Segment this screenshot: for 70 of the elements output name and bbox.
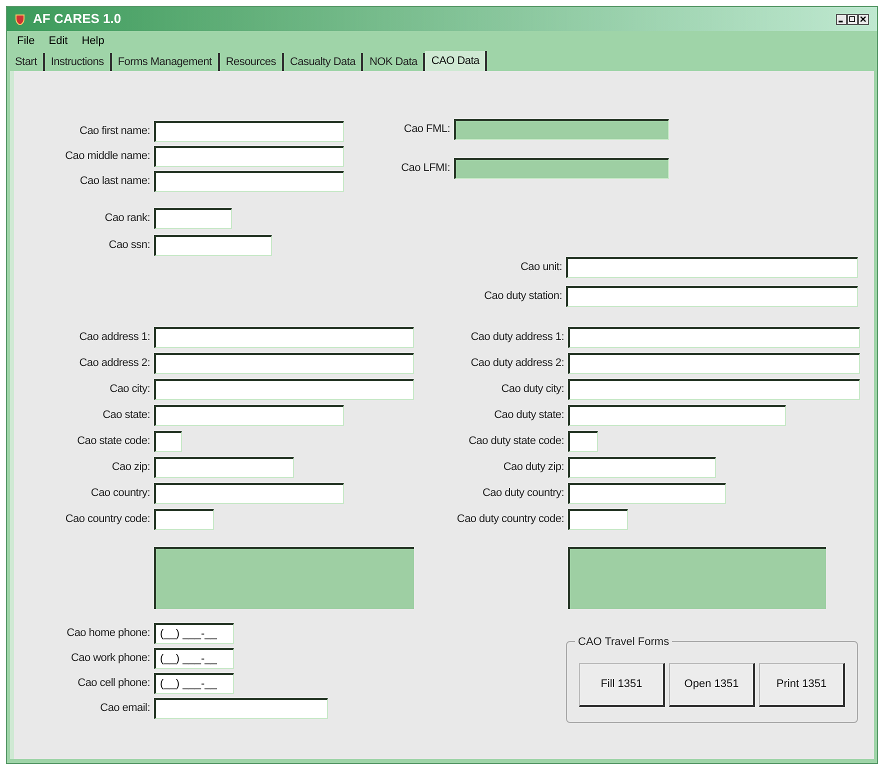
close-icon[interactable] [858, 14, 869, 24]
field-label: Cao LFMI: [400, 161, 451, 176]
maximize-icon[interactable] [847, 14, 858, 24]
field-label: Cao address 2: [78, 356, 151, 372]
input-field[interactable] [154, 431, 182, 452]
input-field[interactable] [568, 327, 860, 348]
input-field[interactable] [154, 146, 344, 167]
menu-item[interactable]: Edit [48, 32, 68, 50]
input-field[interactable] [568, 405, 786, 426]
input-field[interactable] [154, 379, 414, 400]
field-label: Cao duty station: [483, 289, 563, 304]
field-label: Cao FML: [402, 122, 451, 138]
input-field[interactable]: (__) ___-__ [154, 648, 234, 669]
input-field[interactable]: (__) ___-__ [154, 673, 234, 694]
form-button[interactable]: Fill 1351 [579, 663, 665, 707]
field-label: Cao duty address 2: [470, 356, 565, 372]
display-field[interactable] [454, 158, 669, 179]
input-field[interactable] [568, 509, 628, 530]
field-label: Cao last name: [78, 174, 151, 190]
field-label: Cao home phone: [66, 626, 151, 642]
field-label: Cao country code: [64, 512, 151, 528]
input-field[interactable] [566, 286, 858, 307]
input-field[interactable] [568, 483, 726, 504]
input-field[interactable] [154, 171, 344, 192]
input-field[interactable]: (__) ___-__ [154, 623, 234, 644]
input-field[interactable] [568, 457, 716, 478]
display-field[interactable] [454, 119, 669, 140]
field-label: Cao middle name: [64, 149, 151, 164]
field-label: Cao zip: [110, 460, 151, 476]
field-label: Cao duty state code: [468, 434, 565, 450]
input-field[interactable] [568, 353, 860, 374]
field-label: Cao work phone: [70, 651, 151, 666]
menu-item[interactable]: File [17, 32, 35, 50]
field-label: Cao rank: [104, 211, 151, 226]
input-field[interactable] [154, 405, 344, 426]
input-field[interactable] [568, 379, 860, 400]
window-title: AF CARES 1.0 [33, 10, 122, 28]
input-field[interactable] [154, 457, 294, 478]
minimize-icon[interactable] [836, 14, 847, 24]
field-label: Cao unit: [519, 260, 563, 276]
field-label: Cao ssn: [108, 238, 151, 254]
input-field[interactable] [154, 353, 414, 374]
field-label: Cao duty country code: [456, 512, 565, 528]
input-field[interactable] [154, 235, 272, 256]
tab[interactable]: CAO Data [425, 51, 488, 71]
input-field[interactable] [154, 121, 344, 142]
field-label: Cao duty country: [481, 486, 565, 502]
field-label: Cao first name: [78, 124, 151, 140]
form-button[interactable]: Print 1351 [759, 663, 845, 707]
input-field[interactable] [154, 698, 328, 719]
input-field[interactable] [154, 208, 232, 229]
input-field[interactable] [154, 327, 414, 348]
input-field[interactable] [566, 257, 858, 278]
field-label: Cao state code: [76, 434, 151, 450]
field-label: Cao cell phone: [76, 676, 151, 692]
field-label: Cao email: [99, 701, 151, 716]
field-label: Cao duty city: [500, 382, 565, 398]
field-label: Cao state: [102, 408, 151, 424]
field-label: Cao country: [90, 486, 151, 502]
field-label: Cao duty state: [493, 408, 565, 424]
menu-item[interactable]: Help [82, 32, 104, 50]
shield-icon [15, 14, 25, 24]
field-label: Cao city: [108, 382, 151, 398]
input-field[interactable] [154, 483, 344, 504]
form-button[interactable]: Open 1351 [669, 663, 755, 707]
input-field[interactable] [568, 431, 598, 452]
input-field[interactable] [154, 509, 214, 530]
field-label: Cao address 1: [78, 330, 151, 346]
field-label: Cao duty zip: [502, 460, 565, 476]
field-label: Cao duty address 1: [470, 330, 565, 346]
